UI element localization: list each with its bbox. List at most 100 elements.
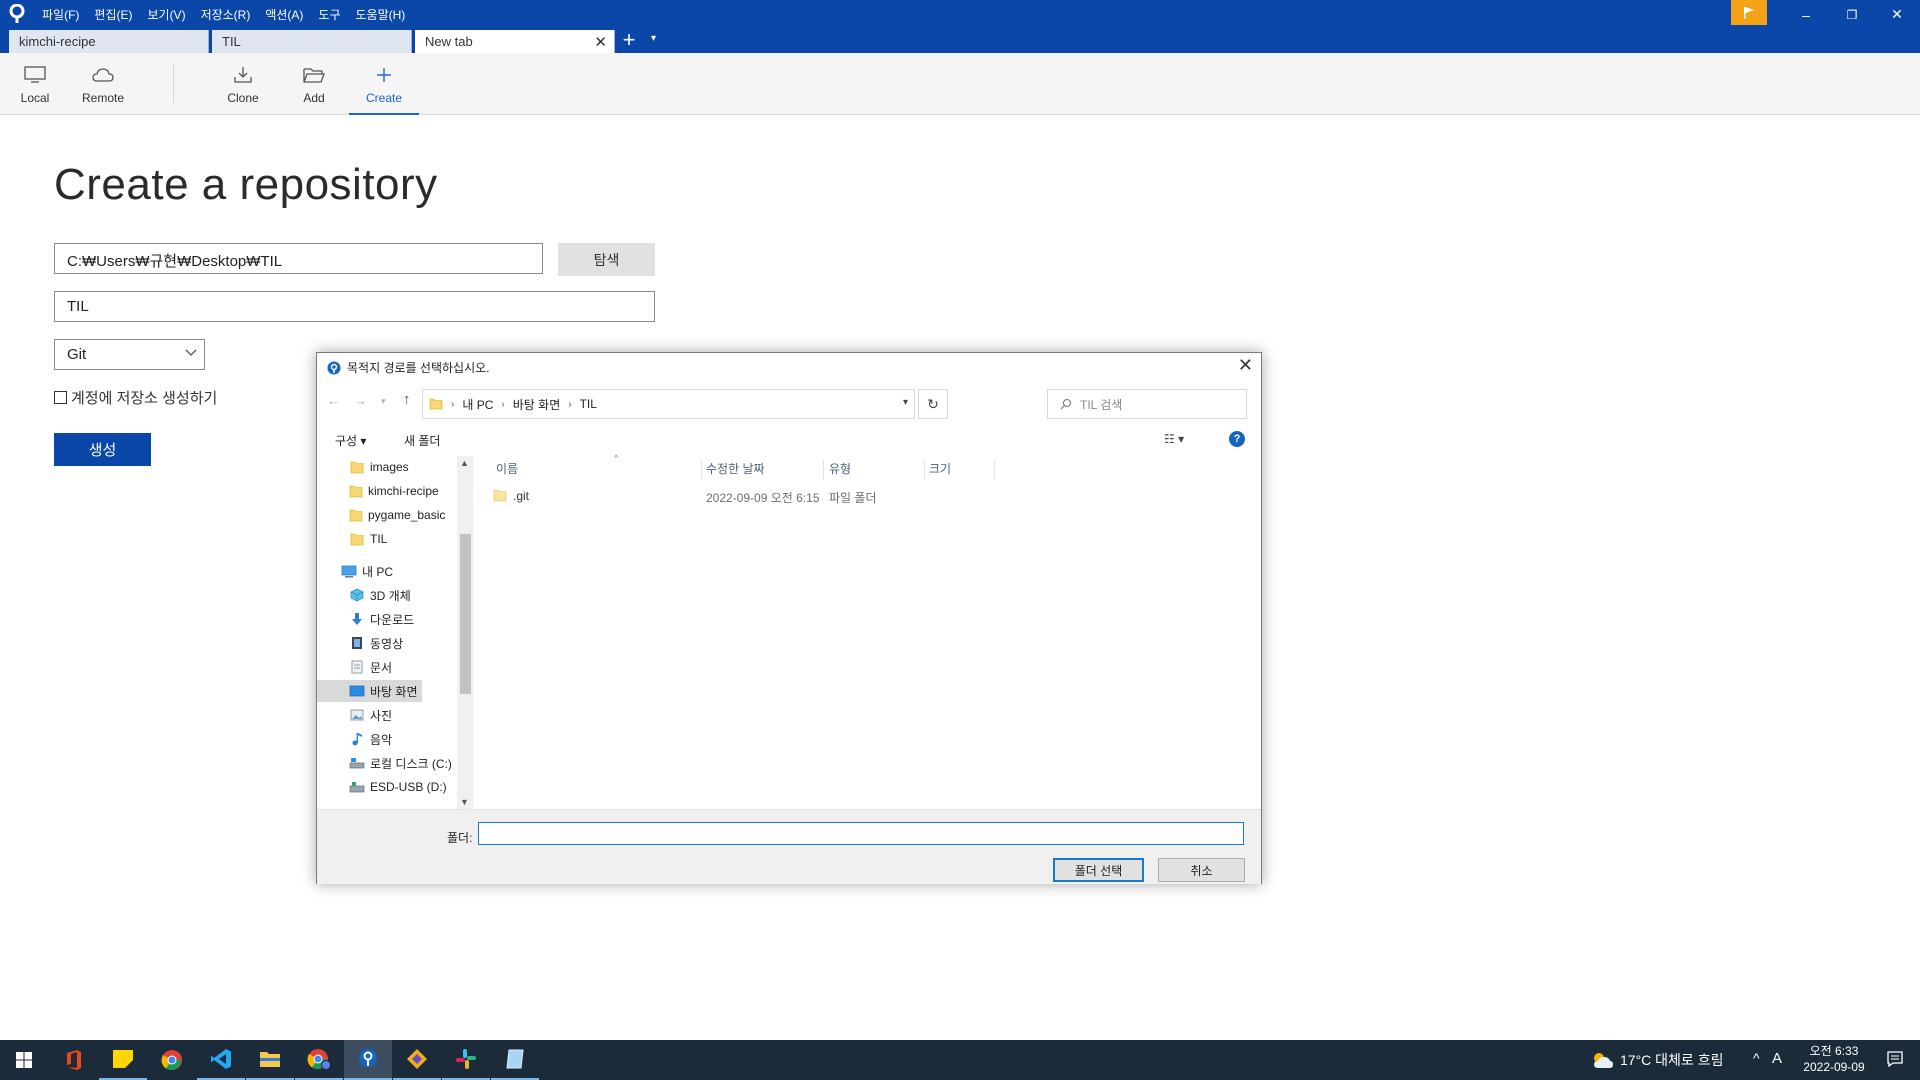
folder-label: 폴더: <box>447 831 473 845</box>
up-arrow-icon[interactable]: ↑ <box>403 391 411 408</box>
sourcetree-logo-icon[interactable] <box>8 4 26 24</box>
recent-locations-icon[interactable]: ▾ <box>381 396 386 408</box>
tab-new-tab[interactable]: New tab ✕ <box>415 30 615 53</box>
nav-item-esd-usb-d[interactable]: ESD-USB (D:) <box>317 776 447 798</box>
column-header-type[interactable]: 유형 <box>829 460 925 480</box>
column-header-date[interactable]: 수정한 날짜 <box>706 460 824 480</box>
breadcrumb-separator-icon[interactable]: › <box>568 399 571 410</box>
vcs-type-select[interactable]: Git <box>54 339 205 370</box>
start-button[interactable] <box>0 1040 48 1080</box>
new-folder-button[interactable]: 새 폴더 <box>404 432 440 449</box>
column-header-name[interactable]: 이름 <box>494 460 702 480</box>
taskbar-notepad[interactable] <box>491 1040 539 1080</box>
sticky-notes-icon <box>113 1050 133 1068</box>
breadcrumb-separator-icon[interactable]: › <box>451 399 454 410</box>
scroll-down-icon[interactable]: ▼ <box>460 797 469 807</box>
weather-cloudy-icon <box>1594 1053 1613 1068</box>
nav-item-my-pc[interactable]: 내 PC <box>317 560 422 582</box>
nav-item-kimchi-recipe[interactable]: kimchi-recipe <box>317 480 439 502</box>
taskbar-sourcetree[interactable] <box>344 1040 392 1080</box>
weather-widget[interactable]: 17°C 대체로 흐림 <box>1590 1050 1723 1070</box>
add-tab-button[interactable]: + <box>618 29 640 53</box>
menu-repository[interactable]: 저장소(R) <box>201 6 251 23</box>
nav-item-music[interactable]: 음악 <box>317 728 422 750</box>
tab-list-dropdown-icon[interactable]: ▾ <box>651 33 656 44</box>
create-tab-button[interactable]: Create <box>349 53 419 115</box>
local-button[interactable]: Local <box>0 53 70 115</box>
menu-actions[interactable]: 액션(A) <box>265 6 303 23</box>
close-window-button[interactable]: ✕ <box>1874 0 1920 29</box>
cancel-button[interactable]: 취소 <box>1158 858 1245 882</box>
taskbar-vscode[interactable] <box>197 1040 245 1080</box>
view-options-icon[interactable]: ☷ ▾ <box>1164 432 1184 446</box>
taskbar-chrome[interactable] <box>148 1040 196 1080</box>
taskbar-git-kraken[interactable] <box>393 1040 441 1080</box>
menu-tools[interactable]: 도구 <box>318 6 340 23</box>
nav-item-videos[interactable]: 동영상 <box>317 632 422 654</box>
taskbar-slack[interactable] <box>442 1040 490 1080</box>
nav-item-downloads[interactable]: 다운로드 <box>317 608 422 630</box>
tab-label: New tab <box>425 34 473 49</box>
tab-kimchi-recipe[interactable]: kimchi-recipe <box>9 30 209 53</box>
folder-icon <box>493 489 507 505</box>
tab-til[interactable]: TIL <box>212 30 412 53</box>
organize-button[interactable]: 구성 ▾ <box>335 432 366 449</box>
file-row[interactable]: .git 2022-09-09 오전 6:15 파일 폴더 <box>493 485 1093 507</box>
taskbar-file-explorer[interactable] <box>246 1040 294 1080</box>
scroll-up-icon[interactable]: ▲ <box>460 458 469 468</box>
destination-path-input[interactable]: C:₩Users₩규현₩Desktop₩TIL <box>54 243 543 274</box>
breadcrumb-desktop[interactable]: 바탕 화면 <box>513 396 561 413</box>
address-bar[interactable]: › 내 PC › 바탕 화면 › TIL ▾ <box>422 389 915 419</box>
ime-indicator[interactable]: A <box>1772 1050 1782 1067</box>
clone-button[interactable]: Clone <box>208 53 278 115</box>
column-header-size[interactable]: 크기 <box>929 460 995 480</box>
menu-view[interactable]: 보기(V) <box>147 6 185 23</box>
back-arrow-icon[interactable]: ← <box>327 393 340 408</box>
remote-label: Remote <box>81 91 125 105</box>
forward-arrow-icon[interactable]: → <box>354 393 367 408</box>
menu-edit[interactable]: 편집(E) <box>94 6 132 23</box>
close-tab-icon[interactable]: ✕ <box>594 33 607 51</box>
help-icon[interactable]: ? <box>1229 431 1245 447</box>
create-on-account-checkbox[interactable]: 계정에 저장소 생성하기 <box>54 387 217 408</box>
folder-name-input[interactable] <box>478 822 1244 845</box>
taskbar-office-app[interactable] <box>50 1040 98 1080</box>
navigation-scrollbar[interactable]: ▲ ▼ <box>457 456 473 809</box>
menu-help[interactable]: 도움말(H) <box>356 6 406 23</box>
restore-button[interactable]: ❐ <box>1829 0 1875 29</box>
nav-item-documents[interactable]: 문서 <box>317 656 422 678</box>
checkbox-box[interactable] <box>54 391 67 404</box>
search-box[interactable]: TIL 검색 <box>1047 389 1247 419</box>
dialog-close-icon[interactable]: ✕ <box>1238 355 1253 376</box>
add-button[interactable]: Add <box>279 53 349 115</box>
nav-item-local-disk-c[interactable]: 로컬 디스크 (C:) <box>317 752 452 774</box>
breadcrumb-my-pc[interactable]: 내 PC <box>462 396 493 413</box>
nav-item-images[interactable]: images <box>317 456 422 478</box>
nav-item-pygame-basic[interactable]: pygame_basic <box>317 504 445 526</box>
nav-item-3d-objects[interactable]: 3D 개체 <box>317 584 422 606</box>
windows-start-icon <box>16 1052 32 1068</box>
browse-button[interactable]: 탐색 <box>558 243 655 276</box>
address-dropdown-icon[interactable]: ▾ <box>903 397 908 408</box>
minimize-button[interactable]: – <box>1783 0 1829 29</box>
scrollbar-thumb[interactable] <box>460 534 471 694</box>
nav-item-til[interactable]: TIL <box>317 528 422 550</box>
breadcrumb-separator-icon[interactable]: › <box>501 399 504 410</box>
breadcrumb-til[interactable]: TIL <box>580 397 597 411</box>
remote-button[interactable]: Remote <box>68 53 138 115</box>
nav-item-desktop[interactable]: 바탕 화면 <box>317 680 422 702</box>
repository-name-input[interactable]: TIL <box>54 291 655 322</box>
taskbar-chrome-profile[interactable] <box>295 1040 343 1080</box>
create-repository-button[interactable]: 생성 <box>54 433 151 466</box>
menu-file[interactable]: 파일(F) <box>42 6 79 23</box>
show-hidden-icons-icon[interactable]: ^ <box>1753 1050 1760 1066</box>
notification-center-icon[interactable] <box>1886 1050 1904 1068</box>
notification-flag-button[interactable] <box>1731 0 1767 25</box>
nav-item-pictures[interactable]: 사진 <box>317 704 422 726</box>
clock[interactable]: 오전 6:33 2022-09-09 <box>1798 1043 1870 1075</box>
clone-label: Clone <box>227 91 259 105</box>
tab-bar: kimchi-recipe TIL New tab ✕ + ▾ <box>0 29 1920 53</box>
taskbar-sticky-notes[interactable] <box>99 1040 147 1080</box>
select-folder-button[interactable]: 폴더 선택 <box>1053 858 1144 882</box>
refresh-icon[interactable]: ↻ <box>918 389 948 419</box>
